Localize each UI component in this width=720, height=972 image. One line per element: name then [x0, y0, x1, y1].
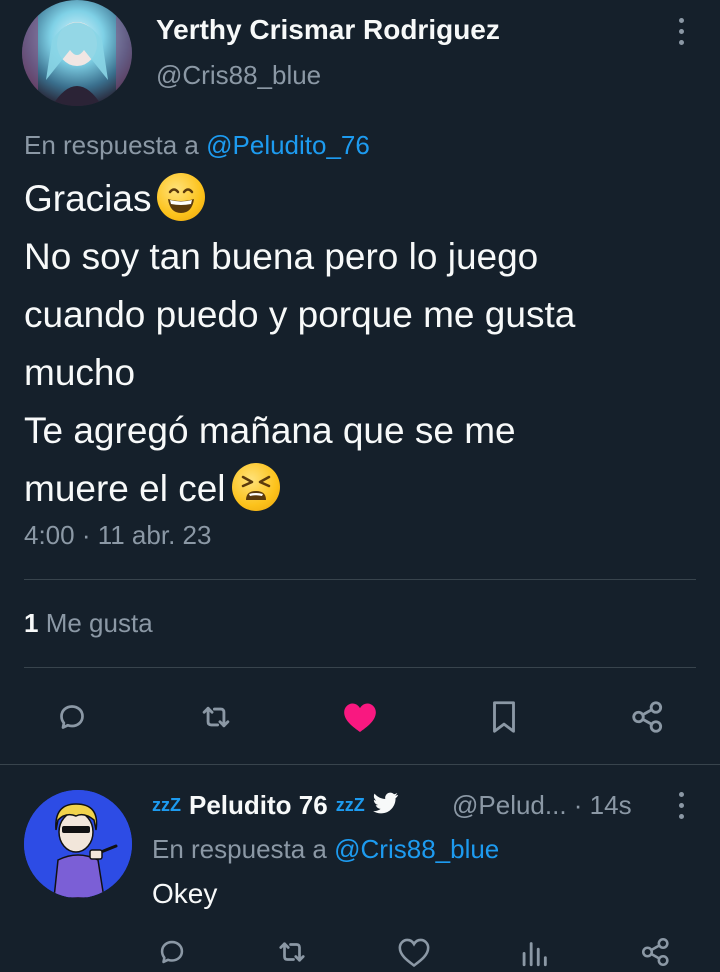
reply-time[interactable]: · 14s: [574, 790, 632, 820]
reply-context: En respuesta a @Peludito_76: [24, 130, 370, 161]
likes-summary[interactable]: 1 Me gusta: [24, 608, 153, 639]
tweet-line: mucho: [24, 352, 136, 393]
heart-icon[interactable]: [394, 932, 434, 972]
author-avatar[interactable]: [22, 0, 132, 106]
reply-author-avatar[interactable]: [24, 790, 132, 898]
zz-prefix: zzZ: [152, 795, 181, 815]
tweet-line: Te agregó mañana que se me: [24, 410, 516, 451]
share-icon[interactable]: [628, 697, 668, 737]
reply-more-options-icon[interactable]: [670, 792, 692, 819]
reply-icon[interactable]: [52, 697, 92, 737]
author-name[interactable]: Yerthy Crismar Rodriguez: [156, 14, 500, 46]
tweet-line: cuando puedo y porque me gusta: [24, 294, 576, 335]
bookmark-icon[interactable]: [484, 697, 524, 737]
reply-to-handle[interactable]: @Cris88_blue: [334, 834, 499, 864]
reply-prefix: En respuesta a: [24, 130, 199, 160]
reply-text: Okey: [152, 878, 218, 909]
reply-context: En respuesta a @Cris88_blue: [152, 834, 499, 865]
grinning-face-emoji: [157, 173, 206, 222]
tweet-line: Gracias: [24, 170, 704, 228]
more-options-icon[interactable]: [670, 18, 692, 45]
reply-to-handle[interactable]: @Peludito_76: [206, 130, 370, 160]
reply-prefix: En respuesta a: [152, 834, 327, 864]
reply-author[interactable]: zzZ Peludito 76 zzZ: [152, 790, 399, 821]
divider: [24, 579, 696, 580]
divider: [24, 667, 696, 668]
author-handle[interactable]: @Cris88_blue: [156, 60, 321, 91]
tired-face-emoji: [231, 463, 280, 512]
divider: [0, 764, 720, 765]
likes-count: 1: [24, 608, 39, 638]
retweet-icon[interactable]: [196, 697, 236, 737]
twitter-bird-icon: [372, 790, 399, 821]
share-icon[interactable]: [636, 932, 676, 972]
likes-label: Me gusta: [45, 608, 153, 638]
zz-suffix: zzZ: [335, 795, 365, 815]
heart-icon[interactable]: [340, 697, 380, 737]
tweet-line: No soy tan buena pero lo juego: [24, 236, 539, 277]
tweet-text: Gracias No soy tan buena pero lo juego c…: [24, 170, 704, 518]
reply-author-name[interactable]: Peludito 76: [189, 790, 328, 821]
analytics-icon[interactable]: [514, 932, 554, 972]
tweet-timestamp[interactable]: 4:00 · 11 abr. 23: [24, 520, 211, 551]
retweet-icon[interactable]: [272, 932, 312, 972]
reply-icon[interactable]: [152, 932, 192, 972]
reply-author-handle[interactable]: @Pelud... · 14s: [452, 790, 632, 821]
tweet-line: muere el cel: [24, 460, 704, 518]
